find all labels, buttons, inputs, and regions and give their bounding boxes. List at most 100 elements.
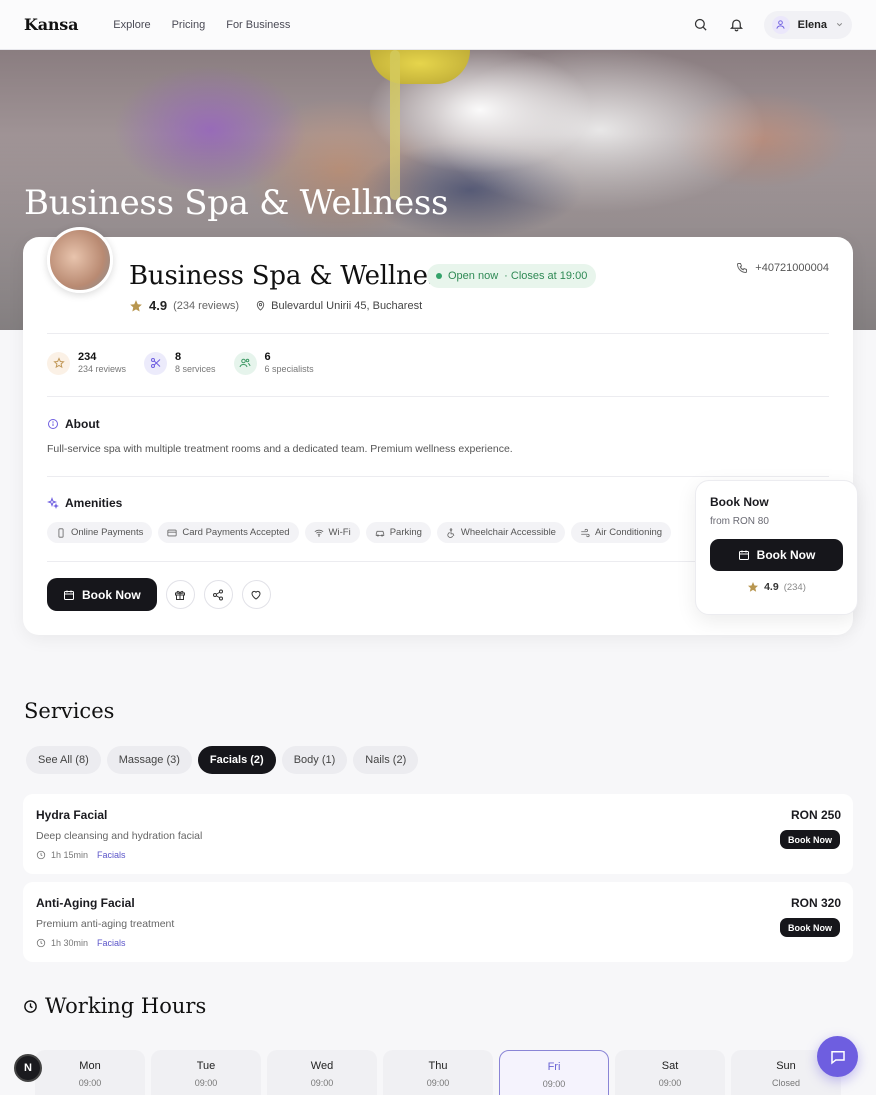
phone-number: +40721000004 [755,262,829,274]
service-name: Hydra Facial [36,808,108,822]
hero-image-detail [370,50,470,84]
closing-time: · Closes at 19:00 [504,270,588,282]
share-icon [213,589,224,600]
day-name: Sat [661,1060,679,1072]
stats-row: 234 234 reviews 8 8 services 6 6 special… [47,351,314,375]
day-time: Closed [771,1078,800,1088]
location-pin-icon [256,300,265,311]
address[interactable]: Bulevardul Unirii 45, Bucharest [255,300,422,312]
service-price: RON 320 [790,896,841,910]
amenities-heading: Amenities [47,496,122,510]
service-book-button[interactable]: Book Now [780,918,840,937]
stat-reviews: 234 234 reviews [47,351,126,375]
user-menu[interactable]: Elena [763,10,852,39]
review-count[interactable]: (234 reviews) [173,300,239,312]
service-duration: 1h 15min [51,850,89,860]
filter-body[interactable]: Body (1) [281,746,348,774]
service-card[interactable]: Hydra Facial Deep cleansing and hydratio… [23,794,853,874]
brand-logo[interactable]: Kansa [24,15,78,34]
rating-row: 4.9 (234 reviews) Bulevardul Unirii 45, … [129,298,422,313]
star-icon [47,351,70,375]
divider [47,333,829,334]
day-card-tue: Tue 09:00 [151,1050,261,1095]
clock-icon [36,850,46,860]
bell-icon[interactable] [728,16,746,34]
stat-label: 234 reviews [78,364,127,374]
services-heading: Services [24,699,115,723]
chat-button[interactable] [817,1036,858,1077]
accessibility-icon [447,527,455,538]
widget-rating-count: (234) [783,581,806,593]
people-icon [233,351,257,375]
service-description: Premium anti-aging treatment [36,918,175,930]
hero-title: Business Spa & Wellness [24,183,449,223]
widget-rating-value: 4.9 [764,581,779,593]
amenity-wifi: Wi-Fi [304,522,360,543]
chat-bubble-icon [830,1050,845,1065]
phone-icon [737,263,748,274]
service-card[interactable]: Anti-Aging Facial Premium anti-aging tre… [23,882,853,962]
filter-facials[interactable]: Facials (2) [197,746,276,774]
day-time: 09:00 [658,1078,682,1088]
amenity-label: Online Payments [71,527,144,538]
filter-massage[interactable]: Massage (3) [106,746,192,774]
amenity-label: Wheelchair Accessible [460,527,556,538]
amenity-label: Wi-Fi [328,527,351,538]
stat-value: 6 [264,351,271,363]
amenity-label: Parking [389,527,422,538]
service-meta: 1h 30min Facials [36,938,126,948]
filter-see-all[interactable]: See All (8) [26,746,101,774]
service-filter-tabs: See All (8) Massage (3) Facials (2) Body… [26,746,419,774]
service-duration: 1h 30min [51,938,89,948]
stat-label: 6 specialists [264,364,314,374]
chevron-down-icon [835,16,844,34]
favorite-button[interactable] [241,580,271,609]
book-now-label: Book Now [82,587,141,602]
user-name: Elena [797,18,827,31]
booking-widget: Book Now from RON 80 Book Now 4.9 (234) [695,480,858,615]
top-navbar: Kansa Explore Pricing For Business Elena [0,0,876,50]
dev-tools-button[interactable]: N [14,1054,42,1082]
amenity-label: Card Payments Accepted [182,527,290,538]
day-card-mon: Mon 09:00 [35,1050,145,1095]
working-hours-heading: Working Hours [23,994,206,1018]
service-meta: 1h 15min Facials [36,850,126,860]
calendar-icon [64,590,74,600]
open-status-text: Open now [448,270,499,282]
business-avatar [47,227,113,293]
booking-widget-title: Book Now [710,495,769,509]
day-name: Thu [428,1060,448,1072]
amenity-card-payments: Card Payments Accepted [158,522,299,543]
divider [47,476,829,477]
day-name: Tue [196,1060,216,1072]
day-time: 09:00 [542,1079,566,1089]
address-text: Bulevardul Unirii 45, Bucharest [271,299,423,312]
phone-link[interactable]: +40721000004 [736,262,829,274]
day-time: 09:00 [194,1078,218,1088]
service-description: Deep cleansing and hydration facial [36,830,203,842]
clock-icon [24,999,37,1013]
day-time: 09:00 [426,1078,450,1088]
service-book-button[interactable]: Book Now [780,830,840,849]
service-category: Facials [97,850,126,860]
about-heading: About [47,417,100,431]
amenities-list: Online Payments Card Payments Accepted W… [47,522,672,543]
search-icon[interactable] [692,16,710,34]
stat-specialists: 6 6 specialists [233,351,314,375]
filter-nails[interactable]: Nails (2) [353,746,419,774]
gift-button[interactable] [165,580,195,609]
heart-icon [251,590,261,600]
wind-icon [581,528,590,537]
nav-link-pricing[interactable]: Pricing [172,19,206,31]
stat-value: 234 [78,351,97,363]
sparkle-icon [47,497,59,509]
widget-book-now-button[interactable]: Book Now [710,539,843,571]
phone-device-icon [58,527,64,538]
action-bar: Book Now [47,578,271,611]
working-hours-title: Working Hours [45,994,207,1018]
nav-link-for-business[interactable]: For Business [226,19,290,31]
nav-link-explore[interactable]: Explore [113,19,150,31]
day-card-sat: Sat 09:00 [615,1050,725,1095]
share-button[interactable] [203,580,233,609]
book-now-button[interactable]: Book Now [47,578,157,611]
